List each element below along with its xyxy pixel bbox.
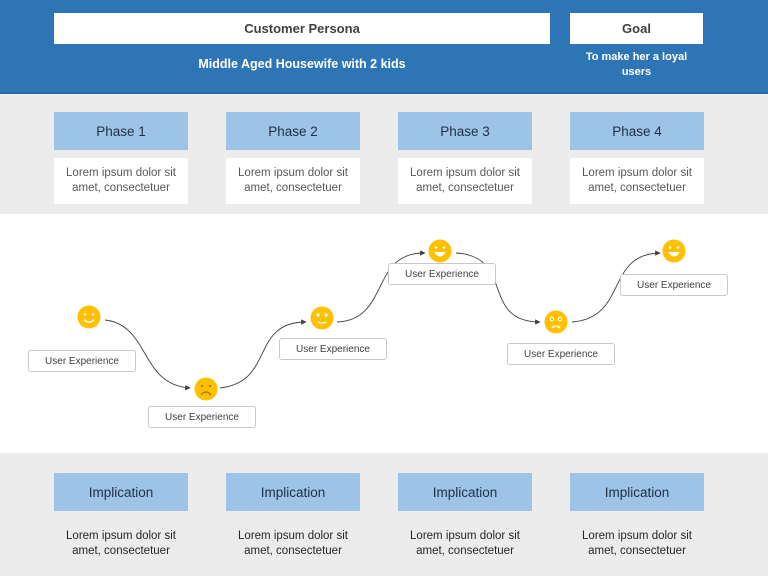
implication-1-description: Lorem ipsum dolor sit amet, consectetuer (66, 530, 176, 557)
very-happy-face-icon (662, 239, 686, 263)
implication-2-description: Lorem ipsum dolor sit amet, consectetuer (238, 530, 348, 557)
user-experience-step-1: User Experience (28, 350, 136, 372)
sad-face-icon (194, 377, 218, 401)
implication-4-description: Lorem ipsum dolor sit amet, consectetuer (582, 530, 692, 557)
implication-3-title: Implication (398, 473, 532, 511)
user-experience-step-2: User Experience (148, 406, 256, 428)
implication-3-description: Lorem ipsum dolor sit amet, consectetuer (410, 530, 520, 557)
implication-2-title: Implication (226, 473, 360, 511)
implication-4-title: Implication (570, 473, 704, 511)
user-experience-step-5: User Experience (507, 343, 615, 365)
very-happy-face-icon (428, 239, 452, 263)
user-experience-step-4: User Experience (388, 263, 496, 285)
worried-face-icon (544, 310, 568, 334)
neutral-smile-face-icon (310, 306, 334, 330)
user-experience-step-3: User Experience (279, 338, 387, 360)
user-experience-step-6: User Experience (620, 274, 728, 296)
implication-1-title: Implication (54, 473, 188, 511)
happy-face-icon (77, 305, 101, 329)
